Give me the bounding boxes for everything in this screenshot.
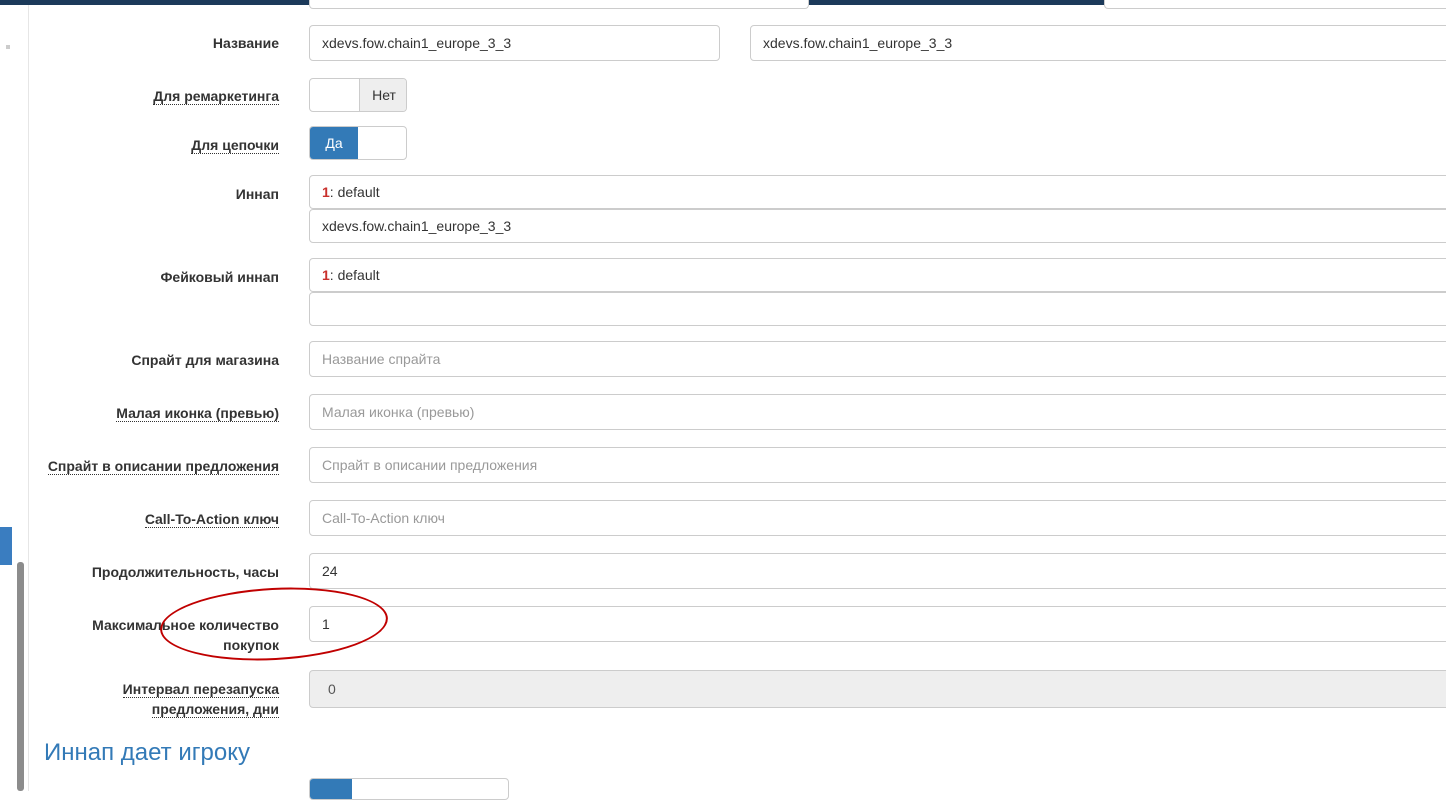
restart-interval-input: 0	[309, 670, 1446, 708]
cta-key-input[interactable]: Call-To-Action ключ	[309, 500, 1446, 536]
cta-key-label-text: Call-To-Action ключ	[144, 511, 279, 528]
innap-input[interactable]: xdevs.fow.chain1_europe_3_3	[309, 209, 1446, 243]
shop-sprite-input[interactable]: Название спрайта	[309, 341, 1446, 377]
scroll-marker	[6, 45, 10, 49]
fake-innap-selected-text: : default	[329, 267, 380, 283]
innap-index: 1	[322, 184, 330, 200]
side-tab-indicator[interactable]	[0, 527, 12, 565]
bottom-toggle-active[interactable]	[310, 779, 352, 799]
name-label: Название	[212, 35, 279, 51]
small-icon-label: Малая иконка (превью)	[116, 403, 279, 423]
name-input-primary[interactable]: xdevs.fow.chain1_europe_3_3	[309, 25, 720, 61]
fake-innap-input[interactable]	[309, 292, 1446, 326]
remarketing-label: Для ремаркетинга	[153, 86, 279, 106]
max-purchases-input[interactable]: 1	[309, 606, 1446, 642]
offer-sprite-label: Спрайт в описании предложения	[47, 456, 279, 476]
clipped-input-top-right[interactable]	[1104, 0, 1446, 9]
left-scroll-panel	[0, 5, 29, 791]
fake-innap-select[interactable]: 1: default	[309, 258, 1446, 292]
section-title: Иннап дает игроку	[44, 739, 250, 766]
bottom-toggle[interactable]	[309, 778, 509, 800]
clipped-input-top-left[interactable]	[309, 0, 809, 9]
innap-label: Иннап	[235, 186, 279, 202]
restart-interval-label: Интервал перезапуска предложения, дни	[122, 679, 279, 719]
fake-innap-index: 1	[322, 267, 330, 283]
annotation-circle	[158, 582, 390, 666]
chain-toggle[interactable]: Да	[309, 126, 407, 160]
remarketing-toggle[interactable]: Нет	[309, 78, 407, 112]
chain-label-text: Для цепочки	[191, 137, 279, 154]
chain-label: Для цепочки	[191, 135, 279, 155]
shop-sprite-label: Спрайт для магазина	[131, 352, 279, 368]
small-icon-input[interactable]: Малая иконка (превью)	[309, 394, 1446, 430]
innap-selected-text: : default	[329, 184, 380, 200]
offer-sprite-input[interactable]: Спрайт в описании предложения	[309, 447, 1446, 483]
duration-input[interactable]: 24	[309, 553, 1446, 589]
scrollbar-thumb[interactable]	[17, 562, 24, 791]
small-icon-label-text: Малая иконка (превью)	[116, 405, 279, 422]
duration-label: Продолжительность, часы	[91, 564, 279, 580]
fake-innap-label: Фейковый иннап	[160, 269, 279, 285]
offer-sprite-label-text: Спрайт в описании предложения	[47, 458, 279, 475]
cta-key-label: Call-To-Action ключ	[144, 509, 279, 529]
name-input-secondary[interactable]: xdevs.fow.chain1_europe_3_3	[750, 25, 1446, 61]
chain-toggle-on[interactable]: Да	[310, 127, 358, 159]
restart-interval-label-line1: Интервал перезапуска	[122, 681, 279, 698]
innap-select[interactable]: 1: default	[309, 175, 1446, 209]
remarketing-label-text: Для ремаркетинга	[153, 88, 279, 105]
restart-interval-label-line2: предложения, дни	[151, 701, 279, 718]
remarketing-toggle-off[interactable]: Нет	[359, 79, 406, 111]
